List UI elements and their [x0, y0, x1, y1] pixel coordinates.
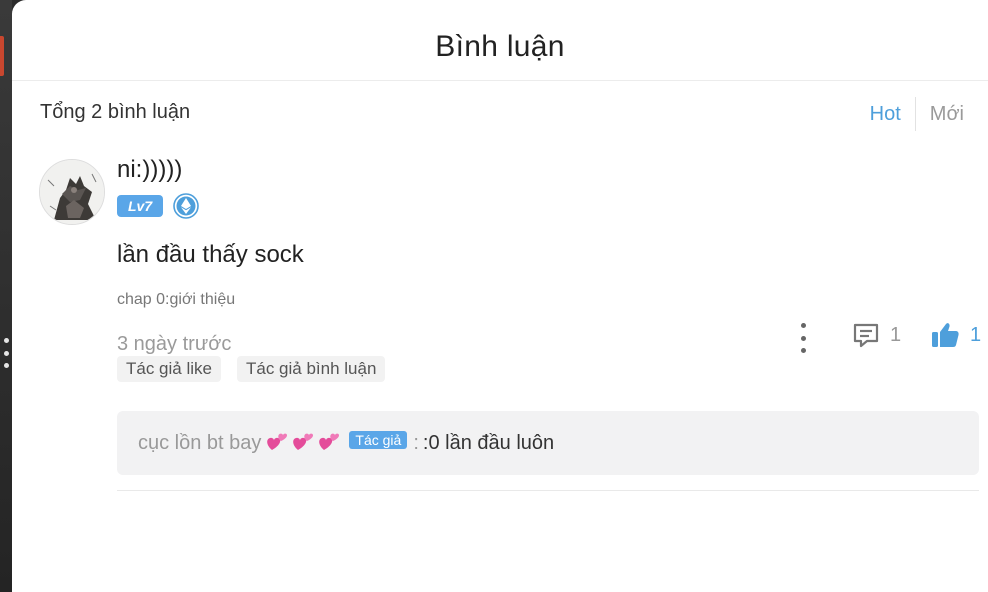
comment-time: 3 ngày trước	[117, 333, 232, 355]
more-options-icon[interactable]	[796, 323, 810, 353]
reply-count: 1	[890, 323, 902, 346]
heart-emoji-icons	[265, 430, 343, 456]
reply-preview[interactable]: cục lồn bt bay Tác giả::0 lần đầu luôn	[117, 411, 979, 475]
tag-author-comment: Tác giả bình luận	[236, 356, 386, 382]
thumbs-up-icon	[932, 323, 959, 347]
comments-panel: Bình luận Tổng 2 bình luận Hot Mới ni:))…	[12, 0, 988, 592]
comment-icon	[853, 323, 879, 348]
comment-text: lần đầu thấy sock	[117, 241, 304, 268]
tab-hot[interactable]: Hot	[856, 99, 915, 130]
background-app-edge	[0, 0, 12, 592]
comments-subbar: Tổng 2 bình luận Hot Mới	[12, 81, 988, 141]
reply-author[interactable]: cục lồn bt bay	[138, 432, 261, 455]
level-badge: Lv7	[117, 195, 164, 217]
like-count: 1	[970, 323, 982, 346]
tab-new[interactable]: Mới	[916, 99, 978, 130]
comment-total: Tổng 2 bình luận	[40, 101, 191, 123]
panel-title: Bình luận	[435, 30, 565, 63]
drag-handle[interactable]	[3, 338, 9, 368]
author-tags: Tác giả like Tác giả bình luận	[117, 356, 386, 382]
sort-tabs: Hot Mới	[856, 97, 978, 131]
comment-item: ni:))))) Lv7 lần đầu thấy sock chap 0:gi…	[12, 141, 988, 491]
like-button[interactable]: 1	[930, 321, 981, 349]
tag-author-like: Tác giả like	[117, 356, 221, 382]
panel-header: Bình luận	[12, 0, 988, 81]
two-hearts-icon	[267, 433, 340, 450]
avatar[interactable]	[39, 159, 105, 225]
reply-button[interactable]: 1	[852, 321, 901, 349]
comment-username[interactable]: ni:)))))	[117, 156, 182, 184]
user-badges: Lv7	[117, 193, 199, 219]
ethereum-gem-icon	[173, 193, 199, 219]
comment-divider	[117, 490, 979, 491]
comment-chapter[interactable]: chap 0:giới thiệu	[117, 291, 235, 309]
reply-separator: :	[413, 431, 419, 454]
author-badge: Tác giả	[349, 431, 408, 449]
background-marker	[0, 36, 4, 76]
reply-text: :0 lần đầu luôn	[422, 431, 555, 454]
